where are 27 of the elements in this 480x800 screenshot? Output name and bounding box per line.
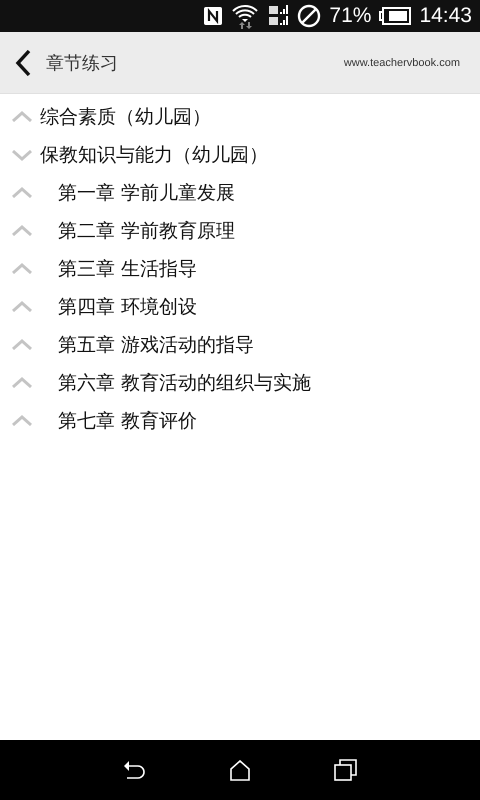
- chevron-up-icon[interactable]: [11, 338, 33, 352]
- chevron-up-icon[interactable]: [11, 186, 33, 200]
- nfc-icon: [203, 6, 224, 26]
- tree-item[interactable]: 第二章 学前教育原理: [58, 218, 236, 244]
- tree-item[interactable]: 第七章 教育评价: [58, 408, 198, 434]
- chevron-up-icon[interactable]: [11, 300, 33, 314]
- page-title: 章节练习: [46, 52, 118, 74]
- tree-item[interactable]: 第四章 环境创设: [58, 294, 198, 320]
- tree-item[interactable]: 第三章 生活指导: [58, 256, 198, 282]
- signal-icon: [267, 4, 290, 28]
- chevron-up-icon[interactable]: [11, 262, 33, 276]
- tree-item[interactable]: 第六章 教育活动的组织与实施: [58, 370, 312, 396]
- tree-item[interactable]: 第五章 游戏活动的指导: [58, 332, 254, 358]
- chevron-down-icon[interactable]: [11, 148, 33, 162]
- chevron-up-icon[interactable]: [11, 224, 33, 238]
- chevron-up-icon[interactable]: [11, 110, 33, 124]
- chevron-up-icon[interactable]: [11, 376, 33, 390]
- tree-item[interactable]: 保教知识与能力（幼儿园）: [40, 142, 268, 168]
- battery-icon: [379, 7, 412, 25]
- blocked-icon: [297, 4, 322, 28]
- clock-time: 14:43: [419, 4, 472, 28]
- tree-item[interactable]: 综合素质（幼儿园）: [40, 104, 211, 130]
- tree-item[interactable]: 第一章 学前儿童发展: [58, 180, 236, 206]
- battery-percent: 71%: [329, 4, 372, 28]
- website-address: www.teachervbook.com: [344, 56, 460, 68]
- chevron-up-icon[interactable]: [11, 414, 33, 428]
- wifi-icon: [231, 3, 260, 29]
